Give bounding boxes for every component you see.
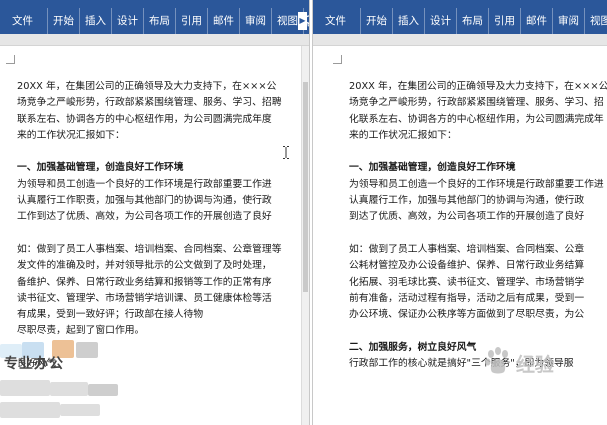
- document-line: 发文件的准确及时，并对领导批示的公文做到了及时处理，: [17, 260, 272, 272]
- document-line: 办公环境、保证办公秩序等方面做到了尽职尽责，为公: [349, 309, 585, 321]
- document-line: 来的工作状况汇报如下：: [17, 129, 125, 141]
- tab-view[interactable]: 视图: [585, 8, 607, 34]
- document-line: 为领导和员工创造一个良好的工作环境是行政部重要工作进: [17, 178, 272, 190]
- baidu-watermark: 经验: [484, 346, 602, 380]
- document-line: 工作到达了优质、高效，为公司各项工作的开展创造了良好: [17, 211, 272, 223]
- document-body-right: 20XX 年，在集团公司的正确领导及大力支持下，在×××公 场竞争之严峻形势，行政…: [349, 79, 607, 372]
- document-line: 为领导和员工创造一个良好的工作环境是行政部重要工作进: [349, 178, 604, 190]
- ribbon-tab-bar: 文件 开始 插入 设计 布局 引用 邮件 审阅 视图: [313, 8, 607, 34]
- document-line: [349, 226, 607, 242]
- document-line: 一、加强基础管理，创造良好工作环境: [349, 162, 516, 174]
- tab-file[interactable]: 文件: [313, 8, 360, 34]
- blur-block: [76, 342, 98, 358]
- tab-file[interactable]: 文件: [0, 8, 47, 34]
- document-line: 备维护、保养、日常行政业务结算和报销等工作的正常有序: [17, 276, 272, 288]
- document-line: 如：做到了员工人事档案、培训档案、合同档案、公章管理等: [17, 243, 282, 255]
- document-line: 读书征文、管理学、市场营销学培训课、员工健康体检等活: [17, 292, 272, 304]
- tab-insert[interactable]: 插入: [393, 8, 425, 34]
- document-line: 化联系左右、协调各方的中心枢纽作用，为公司圆满完成年: [349, 113, 604, 125]
- tab-design[interactable]: 设计: [425, 8, 457, 34]
- document-line: 20XX 年，在集团公司的正确领导及大力支持下，在×××公: [17, 81, 277, 92]
- tab-layout[interactable]: 布局: [144, 8, 176, 34]
- tab-review[interactable]: 审阅: [240, 8, 272, 34]
- vertical-scrollbar-left[interactable]: [301, 46, 309, 425]
- ruler-strip: [0, 34, 309, 46]
- document-line: [17, 226, 282, 242]
- scroll-thumb[interactable]: [303, 82, 308, 292]
- document-line: 认真履行工作职责，加强与其他部门的协调与沟通，使行政: [17, 195, 272, 207]
- document-line: 20XX 年，在集团公司的正确领导及大力支持下，在×××公: [349, 81, 607, 92]
- document-line: 场竞争之严峻形势，行政部紧紧围绕管理、服务、学习、招聘: [17, 97, 282, 109]
- blur-block: [60, 404, 100, 416]
- document-line: 场竞争之严峻形势，行政部紧紧围绕管理、服务、学习、招: [349, 97, 604, 109]
- blur-block: [0, 380, 50, 396]
- tab-home[interactable]: 开始: [360, 8, 393, 34]
- blur-block: [0, 402, 60, 418]
- document-line: [349, 144, 607, 160]
- document-line: [349, 323, 607, 339]
- document-line: 到达了优质、高效，为公司各项工作的开展创造了良好: [349, 211, 585, 223]
- document-line: [17, 144, 282, 160]
- document-line: 认真履行工作，加强与其他部门的协调与沟通，使行政: [349, 195, 585, 207]
- title-bar: [0, 0, 309, 8]
- document-line: 前有准备，活动过程有指导，活动之后有成果，受到一: [349, 292, 585, 304]
- page-margin-corner: [6, 55, 15, 64]
- tab-review[interactable]: 审阅: [553, 8, 585, 34]
- document-line: 如：做到了员工人事档案、培训档案、合同档案、公章: [349, 243, 585, 255]
- document-line: 有成果，受到一致好评；行政部在接人待物: [17, 309, 204, 321]
- title-bar: [313, 0, 607, 8]
- blur-block: [50, 382, 88, 396]
- blurred-logo-overlay: [0, 336, 140, 425]
- blur-block: [88, 384, 118, 396]
- ruler-strip: [313, 34, 607, 46]
- document-body-left: 20XX 年，在集团公司的正确领导及大力支持下，在×××公 场竞争之严峻形势，行政…: [17, 79, 282, 372]
- ribbon-tab-bar: 文件 开始 插入 设计 布局 引用 邮件 审阅 视图 ▶: [0, 8, 309, 34]
- document-line: 一、加强基础管理，创造良好工作环境: [17, 162, 184, 174]
- watermark-text: 经验: [516, 354, 555, 376]
- page-margin-corner: [333, 55, 342, 64]
- document-line: 联系左右、协调各方的中心枢纽作用，为公司圆满完成年度: [17, 113, 272, 125]
- tab-mailings[interactable]: 邮件: [208, 8, 240, 34]
- tab-design[interactable]: 设计: [112, 8, 144, 34]
- brand-label: 专业办公: [4, 356, 64, 372]
- paw-logo-icon: [485, 347, 508, 374]
- tab-references[interactable]: 引用: [489, 8, 521, 34]
- document-line: 来的工作状况汇报如下：: [349, 129, 457, 141]
- document-line: 化拓展、羽毛球比赛、读书征文、管理学、市场营销学: [349, 276, 585, 288]
- tab-layout[interactable]: 布局: [457, 8, 489, 34]
- tab-mailings[interactable]: 邮件: [521, 8, 553, 34]
- text-cursor-icon: [283, 146, 289, 159]
- ribbon-scroll-right-icon[interactable]: ▶: [298, 12, 307, 30]
- tab-references[interactable]: 引用: [176, 8, 208, 34]
- tab-home[interactable]: 开始: [47, 8, 80, 34]
- document-line: 公耗材管控及办公设备维护、保养、日常行政业务结算: [349, 260, 585, 272]
- tab-insert[interactable]: 插入: [80, 8, 112, 34]
